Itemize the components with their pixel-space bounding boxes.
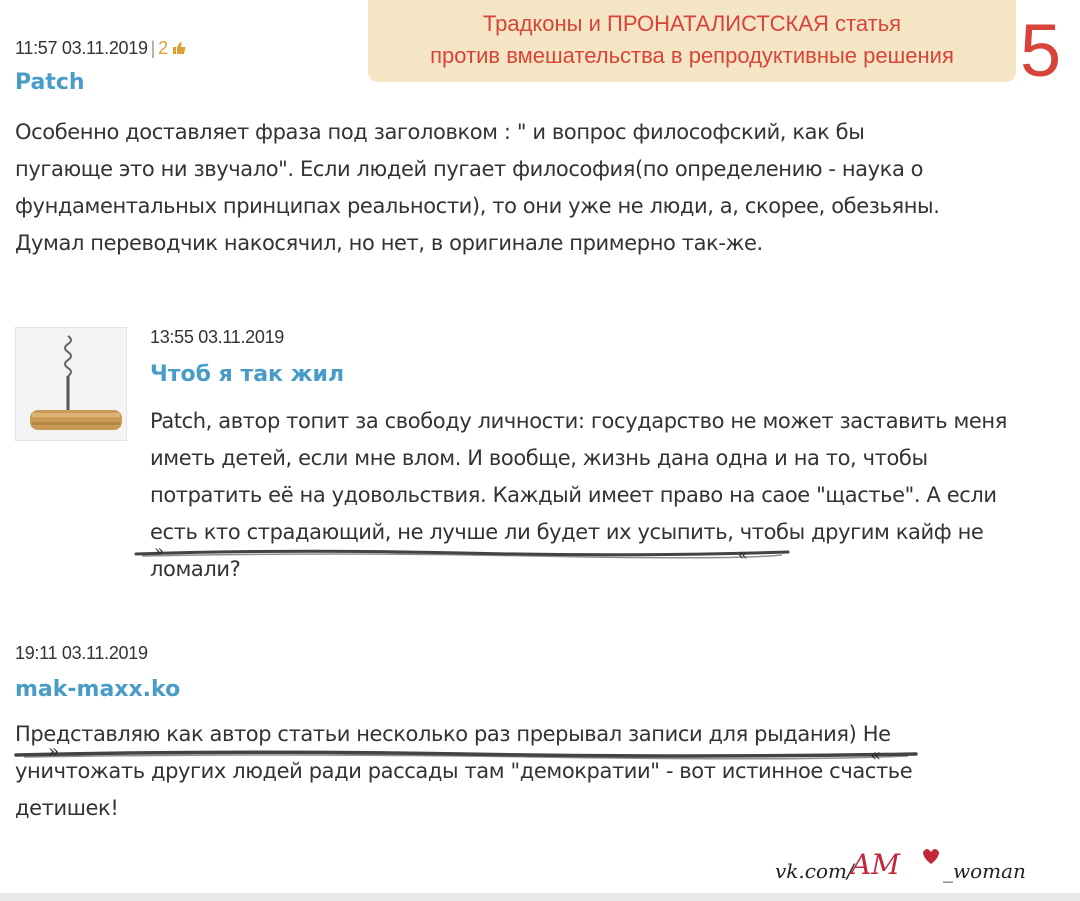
- comment-3-line: детишек!: [15, 796, 119, 820]
- comment-2-line: иметь детей, если мне влом. И вообще, жи…: [150, 446, 928, 470]
- comment-1-timestamp: 11:57 03.11.2019: [15, 38, 148, 58]
- comment-2-meta: 13:55 03.11.2019: [150, 327, 284, 348]
- comment-1-line: Думал переводчик накосячил, но нет, в ор…: [15, 231, 763, 255]
- comment-3-line: Представляю как автор статьи несколько р…: [15, 722, 891, 746]
- comment-1-author-link[interactable]: Patch: [15, 70, 85, 95]
- comment-2-body: Patch, автор топит за свободу личности: …: [150, 403, 1007, 588]
- comment-1-line: фундаментальных принципах реальности), т…: [15, 194, 940, 218]
- comment-1-like-count[interactable]: 2: [158, 38, 168, 58]
- comment-2-line: Patch, автор топит за свободу личности: …: [150, 409, 1007, 433]
- corkscrew-avatar-image: [16, 328, 126, 440]
- comment-1-body: Особенно доставляет фраза под заголовком…: [15, 114, 940, 262]
- comment-3-body: Представляю как автор статьи несколько р…: [15, 716, 913, 827]
- comment-2-line: ломали?: [150, 557, 241, 581]
- comment-2-timestamp: 13:55 03.11.2019: [150, 327, 284, 347]
- comment-3-timestamp: 19:11 03.11.2019: [15, 643, 148, 663]
- meta-separator: |: [150, 38, 156, 58]
- banner-number: 5: [1020, 9, 1062, 92]
- comment-3-line: уничтожать других людей ради рассады там…: [15, 759, 913, 783]
- comment-3-author-link[interactable]: mak-maxx.ko: [15, 677, 180, 702]
- watermark-logo: vk.com/ AM _woman: [775, 848, 1026, 883]
- svg-text:_woman: _woman: [943, 859, 1026, 883]
- comment-1-line: Особенно доставляет фраза под заголовком…: [15, 120, 865, 144]
- comment-2-author-link[interactable]: Чтоб я так жил: [150, 362, 344, 387]
- comment-1-meta: 11:57 03.11.2019 | 2: [15, 38, 186, 59]
- svg-text:AM: AM: [848, 848, 901, 881]
- banner-title-line-2: против вмешательства в репродуктивные ре…: [430, 43, 954, 68]
- comment-2-line: есть кто страдающий, не лучше ли будет и…: [150, 520, 984, 544]
- thumbs-up-icon[interactable]: [172, 41, 186, 55]
- banner-title-line-1: Традконы и ПРОНАТАЛИСТСКАЯ статья: [482, 11, 902, 36]
- comment-3-meta: 19:11 03.11.2019: [15, 643, 148, 664]
- user-avatar[interactable]: [15, 327, 127, 441]
- comment-1-line: пугающе это ни звучало". Если людей пуга…: [15, 157, 924, 181]
- bottom-divider: [0, 893, 1080, 901]
- svg-text:vk.com/: vk.com/: [775, 859, 856, 883]
- header-banner: Традконы и ПРОНАТАЛИСТСКАЯ статья против…: [368, 0, 1016, 82]
- comment-2-line: потратить её на удовольствия. Каждый име…: [150, 483, 997, 507]
